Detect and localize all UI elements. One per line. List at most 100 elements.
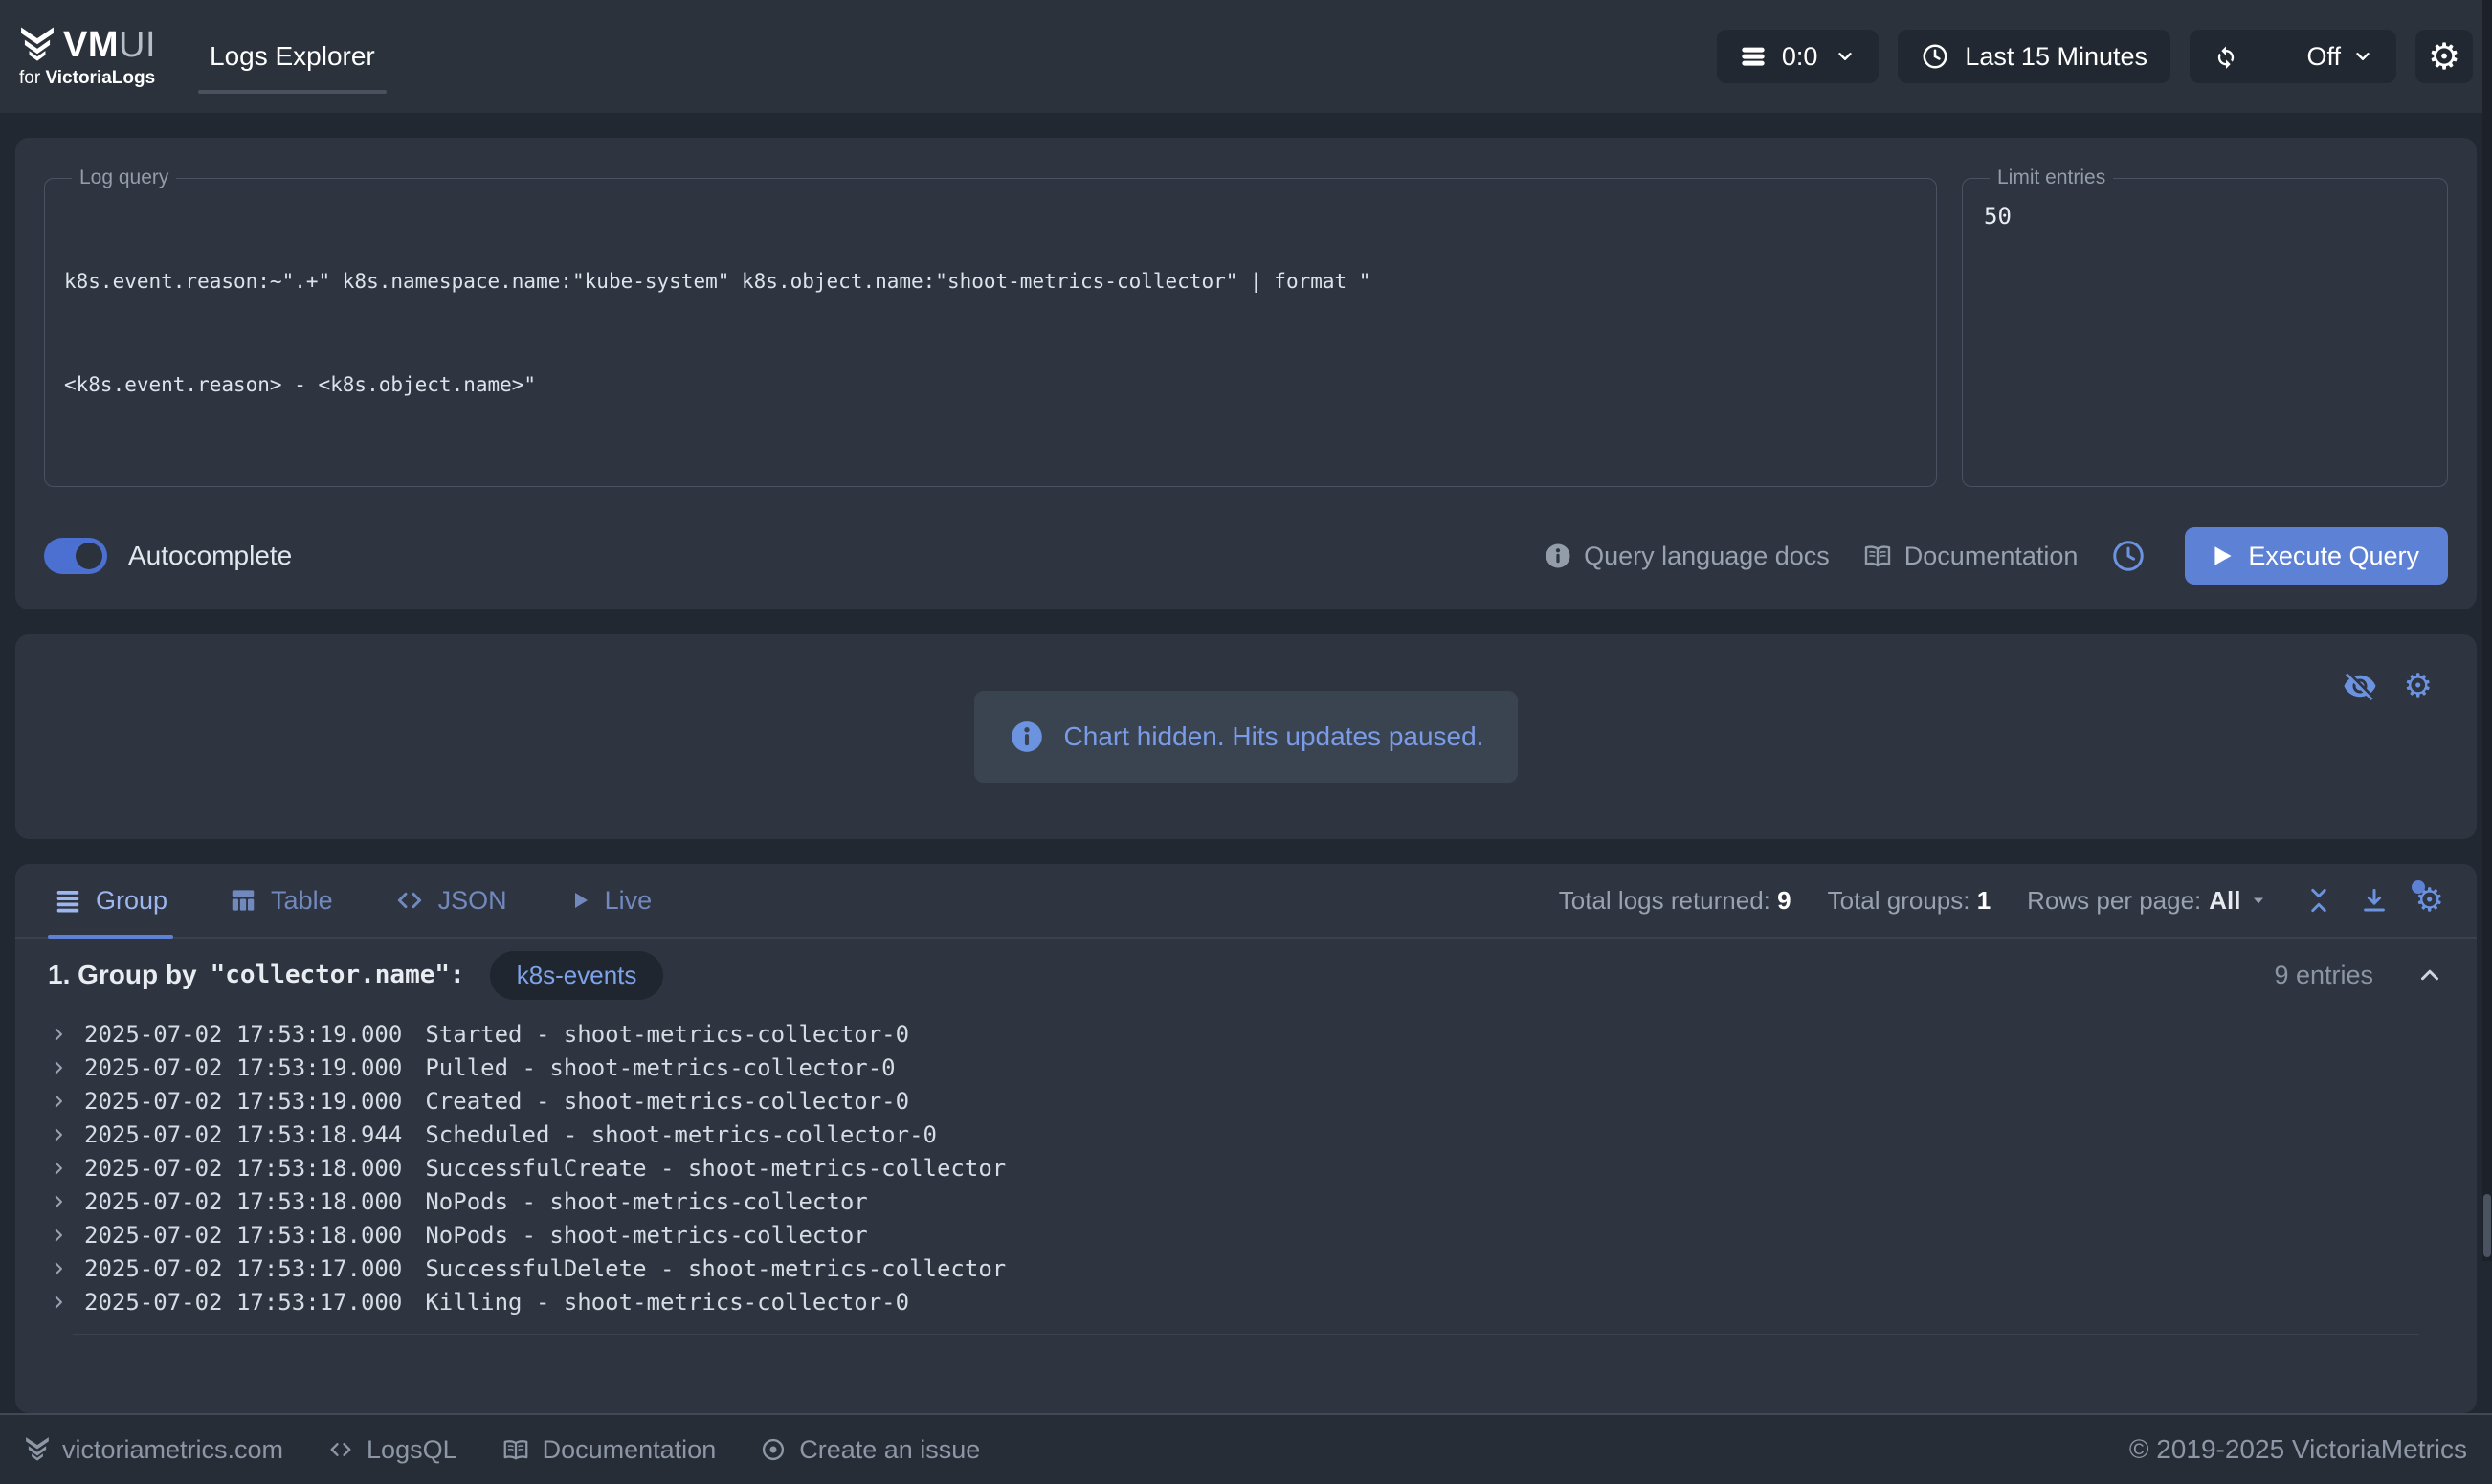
- collapse-all-button[interactable]: [2304, 886, 2333, 915]
- victoriametrics-site-link[interactable]: victoriametrics.com: [25, 1435, 283, 1465]
- play-icon: [2214, 545, 2233, 566]
- play-icon: [568, 889, 591, 912]
- log-message: Pulled - shoot-metrics-collector-0: [425, 1054, 895, 1081]
- time-range-button[interactable]: Last 15 Minutes: [1898, 30, 2170, 83]
- total-groups-stat: Total groups: 1: [1828, 886, 1991, 916]
- list-icon: [54, 886, 82, 915]
- query-history-button[interactable]: [2110, 538, 2147, 574]
- execute-query-button[interactable]: Execute Query: [2185, 527, 2448, 585]
- alert-text: Chart hidden. Hits updates paused.: [1064, 721, 1484, 752]
- vmui-logo[interactable]: VMUI for VictoriaLogs: [19, 25, 156, 89]
- chevron-right-icon: [50, 1126, 67, 1143]
- log-row[interactable]: 2025-07-02 17:53:19.000 Started - shoot-…: [44, 1017, 2448, 1051]
- tenant-value: 0:0: [1782, 42, 1818, 72]
- autorefresh-button[interactable]: Off: [2190, 30, 2396, 83]
- chart-settings-button[interactable]: ⚙: [2404, 670, 2433, 702]
- group-by-key: "collector.name":: [211, 961, 465, 989]
- log-row[interactable]: 2025-07-02 17:53:17.000 Killing - shoot-…: [44, 1285, 2448, 1318]
- info-icon: [1009, 719, 1045, 755]
- log-row[interactable]: 2025-07-02 17:53:18.000 NoPods - shoot-m…: [44, 1185, 2448, 1218]
- results-settings-button[interactable]: ⚙: [2415, 884, 2444, 917]
- eye-off-icon: [2343, 669, 2377, 703]
- group-value-badge: k8s-events: [490, 951, 664, 1000]
- log-timestamp: 2025-07-02 17:53:19.000: [84, 1021, 402, 1048]
- chevron-right-icon: [50, 1260, 67, 1277]
- victoriametrics-logo-icon: [19, 26, 56, 64]
- caret-down-icon: [2249, 891, 2268, 910]
- limit-entries-input[interactable]: [1982, 195, 2428, 237]
- chevron-right-icon: [50, 1059, 67, 1076]
- chevron-right-icon: [50, 1227, 67, 1244]
- copyright-text: © 2019-2025 VictoriaMetrics: [2129, 1434, 2467, 1465]
- tab-live[interactable]: Live: [563, 864, 658, 937]
- query-panel: Log query k8s.event.reason:~".+" k8s.nam…: [15, 138, 2477, 609]
- chevron-right-icon: [50, 1093, 67, 1110]
- download-button[interactable]: [2360, 886, 2389, 915]
- log-timestamp: 2025-07-02 17:53:18.000: [84, 1222, 402, 1249]
- log-message: Killing - shoot-metrics-collector-0: [425, 1289, 909, 1316]
- log-row[interactable]: 2025-07-02 17:53:19.000 Pulled - shoot-m…: [44, 1051, 2448, 1084]
- tenant-selector-button[interactable]: 0:0: [1717, 30, 1880, 83]
- footer-documentation-link[interactable]: Documentation: [501, 1435, 717, 1465]
- tab-table[interactable]: Table: [223, 864, 339, 937]
- hide-chart-button[interactable]: [2343, 669, 2377, 703]
- collapse-icon: [2304, 886, 2333, 915]
- log-timestamp: 2025-07-02 17:53:18.000: [84, 1188, 402, 1215]
- results-stats: Total logs returned: 9 Total groups: 1 R…: [1559, 884, 2444, 917]
- collapse-group-button[interactable]: [2415, 961, 2444, 989]
- log-row[interactable]: 2025-07-02 17:53:18.000 SuccessfulCreate…: [44, 1151, 2448, 1185]
- time-range-value: Last 15 Minutes: [1965, 42, 2147, 72]
- notification-dot: [2412, 880, 2425, 894]
- create-issue-link[interactable]: Create an issue: [760, 1435, 980, 1465]
- log-query-label: Log query: [72, 166, 176, 189]
- tab-logs-explorer[interactable]: Logs Explorer: [185, 0, 400, 113]
- log-message: Scheduled - shoot-metrics-collector-0: [425, 1121, 937, 1148]
- results-panel: Group Table JSON Live Total logs returne…: [15, 864, 2477, 1413]
- logsql-link[interactable]: LogsQL: [327, 1435, 457, 1465]
- autocomplete-label: Autocomplete: [128, 541, 292, 571]
- download-icon: [2360, 886, 2389, 915]
- rows-per-page-select[interactable]: Rows per page: All: [2027, 886, 2267, 916]
- logo-title-bold: VM: [63, 25, 119, 65]
- global-settings-button[interactable]: ⚙: [2415, 30, 2473, 83]
- group-header: 1. Group by "collector.name": k8s-events…: [15, 939, 2477, 1011]
- limit-entries-field: Limit entries: [1962, 166, 2448, 487]
- log-query-field[interactable]: Log query k8s.event.reason:~".+" k8s.nam…: [44, 166, 1937, 487]
- documentation-link[interactable]: Documentation: [1862, 541, 2079, 571]
- results-tabs-row: Group Table JSON Live Total logs returne…: [15, 864, 2477, 939]
- log-rows: 2025-07-02 17:53:19.000 Started - shoot-…: [15, 1011, 2477, 1335]
- scrollbar[interactable]: [2482, 0, 2492, 1261]
- entries-count: 9 entries: [2274, 961, 2373, 990]
- group-by-label: 1. Group by: [48, 960, 197, 990]
- log-row[interactable]: 2025-07-02 17:53:19.000 Created - shoot-…: [44, 1084, 2448, 1118]
- log-message: NoPods - shoot-metrics-collector: [425, 1222, 867, 1249]
- chevron-down-icon: [2352, 46, 2373, 67]
- app-header: VMUI for VictoriaLogs Logs Explorer 0:0: [0, 0, 2492, 113]
- log-message: SuccessfulCreate - shoot-metrics-collect…: [425, 1155, 1006, 1182]
- log-message: NoPods - shoot-metrics-collector: [425, 1188, 867, 1215]
- chevron-right-icon: [50, 1026, 67, 1043]
- chart-panel: ⚙ Chart hidden. Hits updates paused.: [15, 634, 2477, 839]
- query-language-docs-link[interactable]: Query language docs: [1544, 542, 1830, 571]
- app-footer: victoriametrics.com LogsQL Documentation…: [0, 1413, 2492, 1484]
- log-timestamp: 2025-07-02 17:53:18.944: [84, 1121, 402, 1148]
- chevron-right-icon: [50, 1294, 67, 1311]
- log-row[interactable]: 2025-07-02 17:53:18.000 NoPods - shoot-m…: [44, 1218, 2448, 1251]
- log-timestamp: 2025-07-02 17:53:19.000: [84, 1088, 402, 1115]
- log-row[interactable]: 2025-07-02 17:53:17.000 SuccessfulDelete…: [44, 1251, 2448, 1285]
- tenant-icon: [1740, 43, 1767, 70]
- log-query-input[interactable]: k8s.event.reason:~".+" k8s.namespace.nam…: [64, 195, 1917, 471]
- log-row[interactable]: 2025-07-02 17:53:18.944 Scheduled - shoo…: [44, 1118, 2448, 1151]
- tab-group[interactable]: Group: [48, 864, 173, 937]
- tab-json[interactable]: JSON: [389, 864, 513, 937]
- chevron-right-icon: [50, 1160, 67, 1177]
- info-icon: [1544, 542, 1572, 570]
- toggle-knob: [76, 543, 102, 569]
- logo-title-light: UI: [119, 25, 156, 65]
- log-timestamp: 2025-07-02 17:53:19.000: [84, 1054, 402, 1081]
- scrollbar-thumb[interactable]: [2483, 1194, 2491, 1257]
- chevron-right-icon: [50, 1193, 67, 1210]
- autocomplete-toggle[interactable]: [44, 538, 107, 574]
- chart-hidden-alert: Chart hidden. Hits updates paused.: [974, 691, 1519, 783]
- table-icon: [229, 886, 257, 915]
